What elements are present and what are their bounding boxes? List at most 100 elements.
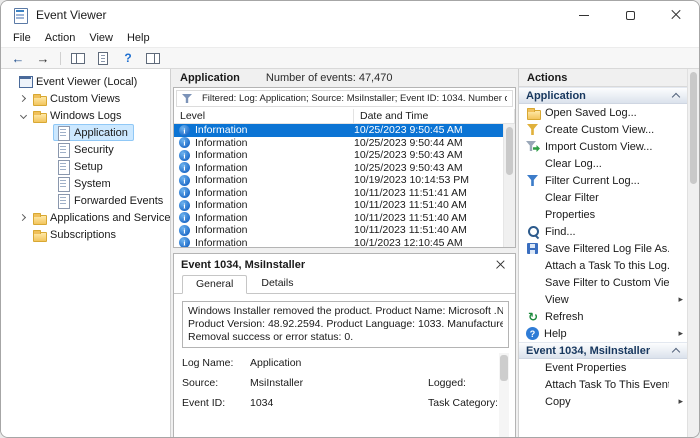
back-button[interactable] xyxy=(7,49,29,67)
close-button[interactable] xyxy=(653,1,699,29)
tree-item[interactable]: Application xyxy=(1,124,170,141)
event-level-cell: Information xyxy=(174,186,354,199)
tree-expander-icon[interactable] xyxy=(17,110,29,122)
action-icon xyxy=(526,259,540,272)
menu-item[interactable]: View xyxy=(82,30,120,46)
menu-item[interactable]: Action xyxy=(38,30,83,46)
detail-tab[interactable]: Details xyxy=(247,274,307,293)
column-header-level[interactable]: Level xyxy=(174,109,354,123)
action-item[interactable]: Help ▸ xyxy=(519,325,687,342)
action-item[interactable]: Filter Current Log... xyxy=(519,172,687,189)
action-item[interactable]: Clear Filter xyxy=(519,189,687,206)
event-row[interactable]: Information 10/11/2023 11:51:40 AM xyxy=(174,212,503,225)
collapse-chevron-icon xyxy=(672,93,680,99)
tree-item[interactable]: Subscriptions xyxy=(1,226,170,243)
tree-item[interactable]: Windows Logs xyxy=(1,107,170,124)
action-item[interactable]: Properties xyxy=(519,206,687,223)
action-item[interactable]: Event Properties xyxy=(519,359,687,376)
event-row[interactable]: Information 10/11/2023 11:51:40 AM xyxy=(174,199,503,212)
tree-item[interactable]: Applications and Services Logs xyxy=(1,209,170,226)
event-row[interactable]: Information 10/1/2023 12:10:45 AM xyxy=(174,237,503,248)
information-icon xyxy=(179,187,190,198)
action-item[interactable]: Save Filter to Custom View... xyxy=(519,274,687,291)
show-action-pane-button[interactable] xyxy=(142,49,164,67)
forward-button[interactable] xyxy=(32,49,54,67)
menu-item[interactable]: Help xyxy=(120,30,157,46)
maximize-button[interactable] xyxy=(607,1,653,29)
table-vertical-scrollbar[interactable] xyxy=(503,124,515,247)
tree-expander-icon[interactable] xyxy=(17,93,29,105)
tree-item-label: System xyxy=(74,178,111,190)
tree-expander-icon[interactable] xyxy=(41,178,53,190)
actions-section-header-application[interactable]: Application xyxy=(519,87,687,104)
fields-scrollbar[interactable] xyxy=(499,353,509,437)
action-item[interactable]: Find... xyxy=(519,223,687,240)
tree-item[interactable]: Event Viewer (Local) xyxy=(1,73,170,90)
action-item[interactable]: Copy ▸ xyxy=(519,393,687,410)
tree-item[interactable]: Security xyxy=(1,141,170,158)
event-row[interactable]: Information 10/11/2023 11:51:40 AM xyxy=(174,224,503,237)
filter-description: Filtered: Log: Application; Source: MsiI… xyxy=(202,93,507,104)
tree-expander-icon[interactable] xyxy=(3,76,15,88)
tree-expander-icon[interactable] xyxy=(41,161,53,173)
field-value: Application xyxy=(250,357,428,369)
help-button[interactable] xyxy=(117,49,139,67)
event-datetime: 10/11/2023 11:51:40 AM xyxy=(354,212,503,224)
scrollbar-thumb[interactable] xyxy=(690,72,697,184)
action-label: Clear Log... xyxy=(545,158,669,170)
actions-section-header-event[interactable]: Event 1034, MsiInstaller xyxy=(519,342,687,359)
event-row[interactable]: Information 10/19/2023 10:14:53 PM xyxy=(174,174,503,187)
submenu-arrow-icon: ▸ xyxy=(674,328,683,339)
tree-item[interactable]: Custom Views xyxy=(1,90,170,107)
tree-item[interactable]: Setup xyxy=(1,158,170,175)
event-row[interactable]: Information 10/25/2023 9:50:44 AM xyxy=(174,137,503,150)
event-datetime: 10/25/2023 9:50:45 AM xyxy=(354,124,503,136)
action-label: Copy xyxy=(545,396,669,408)
action-item[interactable]: Attach Task To This Event... xyxy=(519,376,687,393)
action-label: Clear Filter xyxy=(545,192,669,204)
actions-scrollbar[interactable] xyxy=(687,69,699,437)
detail-close-button[interactable] xyxy=(492,257,508,273)
event-detail-pane: Event 1034, MsiInstaller General Details… xyxy=(173,253,516,437)
minimize-button[interactable] xyxy=(561,1,607,29)
tree-expander-icon[interactable] xyxy=(17,212,29,224)
action-item[interactable]: Open Saved Log... xyxy=(519,104,687,121)
show-console-tree-button[interactable] xyxy=(67,49,89,67)
event-datetime: 10/25/2023 9:50:43 AM xyxy=(354,149,503,161)
action-icon xyxy=(526,191,540,204)
action-item[interactable]: View ▸ xyxy=(519,291,687,308)
detail-tab[interactable]: General xyxy=(182,275,247,294)
field-value: 1034 xyxy=(250,397,428,409)
tree-expander-icon[interactable] xyxy=(41,127,53,139)
scrollbar-thumb[interactable] xyxy=(500,355,508,381)
information-icon xyxy=(179,237,190,247)
content-area: Event Viewer (Local) Custom Views xyxy=(1,69,699,437)
event-row[interactable]: Information 10/25/2023 9:50:45 AM xyxy=(174,124,503,137)
action-item[interactable]: Refresh xyxy=(519,308,687,325)
action-item[interactable]: Attach a Task To this Log... xyxy=(519,257,687,274)
column-header-datetime[interactable]: Date and Time xyxy=(354,109,515,123)
tree-item[interactable]: System xyxy=(1,175,170,192)
event-row[interactable]: Information 10/11/2023 11:51:41 AM xyxy=(174,187,503,200)
action-label: Find... xyxy=(545,226,669,238)
table-body: Information 10/25/2023 9:50:45 AM Inform… xyxy=(174,124,515,247)
event-viewer-window: Event Viewer File Action View Help xyxy=(0,0,700,438)
actions-pane: Actions Application Open Saved Log... Cr xyxy=(519,69,687,437)
export-list-button[interactable] xyxy=(92,49,114,67)
event-row[interactable]: Information 10/25/2023 9:50:43 AM xyxy=(174,149,503,162)
action-pane-icon xyxy=(146,53,160,64)
action-item[interactable]: Import Custom View... xyxy=(519,138,687,155)
tree-expander-icon[interactable] xyxy=(17,229,29,241)
event-row[interactable]: Information 10/25/2023 9:50:43 AM xyxy=(174,162,503,175)
action-item[interactable]: Create Custom View... xyxy=(519,121,687,138)
action-item[interactable]: Save Filtered Log File As... xyxy=(519,240,687,257)
tree-expander-icon[interactable] xyxy=(41,195,53,207)
information-icon xyxy=(179,175,190,186)
menu-item[interactable]: File xyxy=(6,30,38,46)
action-item[interactable]: Clear Log... xyxy=(519,155,687,172)
action-icon xyxy=(526,106,540,119)
tree-item[interactable]: Forwarded Events xyxy=(1,192,170,209)
information-icon xyxy=(179,150,190,161)
scrollbar-thumb[interactable] xyxy=(506,127,513,175)
tree-expander-icon[interactable] xyxy=(41,144,53,156)
